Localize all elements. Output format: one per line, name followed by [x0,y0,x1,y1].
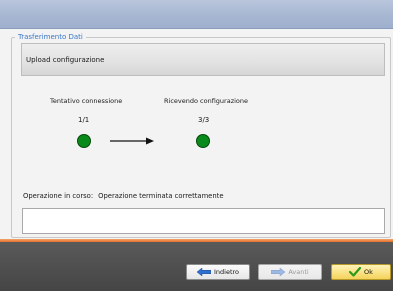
next-button[interactable]: Avanti [258,264,322,280]
back-button-label: Indietro [213,268,240,276]
operation-value: Operazione terminata correttamente [98,192,224,200]
step-connection-count: 1/1 [78,116,90,124]
ok-button[interactable]: Ok [331,264,391,280]
next-button-label: Avanti [288,268,309,276]
step-connection-label: Tentativo connessione [50,97,123,105]
step-receive-status-icon [196,134,210,148]
checkmark-icon [349,267,362,277]
ok-button-label: Ok [364,268,373,276]
back-button[interactable]: Indietro [186,264,250,280]
window-titlebar [0,0,393,29]
section-title: Upload configurazione [26,56,105,64]
operation-status: Operazione in corso: Operazione terminata… [23,192,224,200]
arrow-left-icon [196,268,211,276]
arrow-right-icon [271,268,286,276]
step-connection-status-icon [77,134,91,148]
step-receive-count: 3/3 [198,116,210,124]
arrow-right-icon [110,137,154,145]
operation-label: Operazione in corso: [23,192,94,200]
log-textbox[interactable] [22,208,385,234]
group-legend: Trasferimento Dati [18,33,83,41]
section-header: Upload configurazione [21,43,385,76]
step-receive-label: Ricevendo configurazione [164,97,249,105]
